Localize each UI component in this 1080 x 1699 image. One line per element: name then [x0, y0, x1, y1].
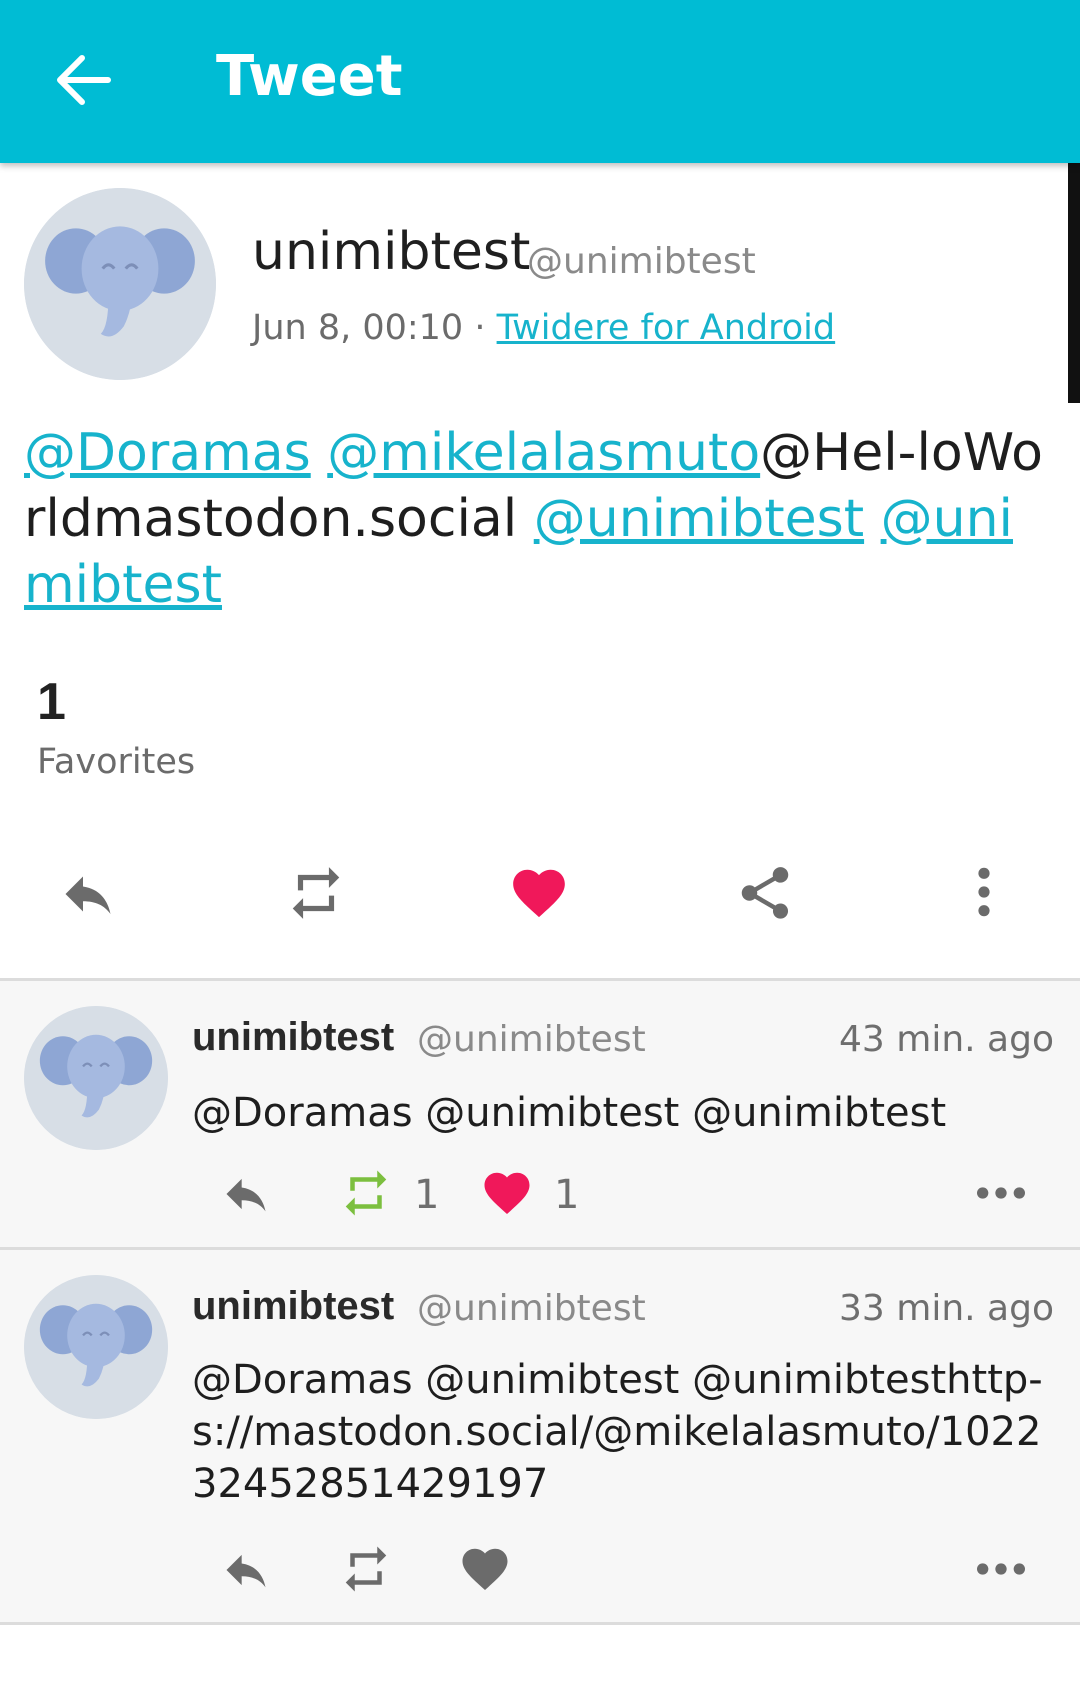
avatar[interactable] — [24, 1006, 168, 1150]
more-horiz-icon — [977, 1563, 1025, 1575]
retweet-button[interactable] — [276, 862, 356, 924]
retweet-count: 1 — [414, 1172, 440, 1218]
status-meta: Jun 8, 00:10 · Twidere for Android — [252, 308, 835, 348]
status-text: @Doramas @mikelalasmuto@Hel-loWorldmasto… — [24, 420, 1044, 618]
avatar[interactable] — [24, 1275, 168, 1419]
elephant-avatar-icon — [24, 188, 216, 380]
source-link[interactable]: Twidere for Android — [497, 308, 836, 348]
author-name[interactable]: unimibtest — [252, 222, 530, 282]
author-handle[interactable]: @unimibtest — [527, 241, 756, 282]
mention-link[interactable]: @Doramas — [24, 423, 311, 483]
status-text-fragment — [864, 489, 881, 549]
favorite-button[interactable] — [456, 1542, 514, 1596]
status-time: 43 min. ago — [839, 1019, 1054, 1060]
status-text: @Doramas @unimibtest @unimibtest — [192, 1090, 947, 1136]
retweet-icon — [345, 1546, 387, 1592]
status-date: Jun 8, 00:10 — [252, 308, 464, 348]
heart-icon — [462, 1548, 508, 1591]
more-options-button[interactable] — [976, 1559, 1026, 1579]
more-options-button[interactable] — [966, 864, 1002, 920]
status-time: 33 min. ago — [839, 1288, 1054, 1329]
page-title: Tweet — [216, 44, 403, 109]
favorites-count[interactable]: 1 — [37, 672, 66, 732]
retweet-button[interactable] — [332, 1542, 400, 1596]
author-handle[interactable]: @unimibtest — [417, 1019, 646, 1060]
reply-button[interactable] — [50, 864, 126, 924]
arrow-left-icon — [57, 55, 111, 105]
mention-link[interactable]: @unimibtest — [534, 489, 864, 549]
reply-status-card[interactable]: unimibtest @unimibtest 43 min. ago @Dora… — [0, 981, 1080, 1247]
reply-icon — [226, 1178, 266, 1212]
favorites-label[interactable]: Favorites — [37, 742, 195, 782]
author-handle[interactable]: @unimibtest — [417, 1288, 646, 1329]
heart-icon — [513, 869, 565, 918]
avatar[interactable] — [24, 188, 216, 380]
favorite-count: 1 — [554, 1172, 580, 1218]
more-vert-icon — [978, 867, 990, 917]
reply-status-card[interactable]: unimibtest @unimibtest 33 min. ago @Dora… — [0, 1250, 1080, 1622]
favorite-button[interactable] — [506, 862, 572, 924]
retweet-icon — [345, 1170, 387, 1216]
reply-button[interactable] — [214, 1168, 278, 1220]
back-button[interactable] — [52, 52, 116, 108]
status-text: @Doramas @unimibtest @unimibtesthttp-s:/… — [192, 1357, 1043, 1507]
meta-separator: · — [463, 308, 497, 348]
retweet-icon — [292, 867, 340, 919]
author-name[interactable]: unimibtest — [192, 1015, 394, 1060]
status-text-fragment — [311, 423, 328, 483]
mention-link[interactable]: @mikelalasmuto — [327, 423, 760, 483]
heart-icon — [484, 1172, 530, 1215]
share-button[interactable] — [734, 862, 796, 924]
author-name[interactable]: unimibtest — [192, 1284, 394, 1329]
divider — [0, 1622, 1080, 1625]
retweet-button[interactable] — [332, 1166, 400, 1220]
elephant-avatar-icon — [24, 1006, 168, 1150]
scrollbar[interactable] — [1068, 163, 1080, 403]
more-options-button[interactable] — [976, 1183, 1026, 1203]
reply-button[interactable] — [214, 1544, 278, 1596]
reply-icon — [226, 1554, 266, 1588]
favorite-button[interactable] — [478, 1166, 536, 1220]
more-horiz-icon — [977, 1187, 1025, 1199]
elephant-avatar-icon — [24, 1275, 168, 1419]
share-icon — [741, 867, 789, 919]
app-bar: Tweet — [0, 0, 1080, 163]
reply-icon — [65, 876, 111, 914]
